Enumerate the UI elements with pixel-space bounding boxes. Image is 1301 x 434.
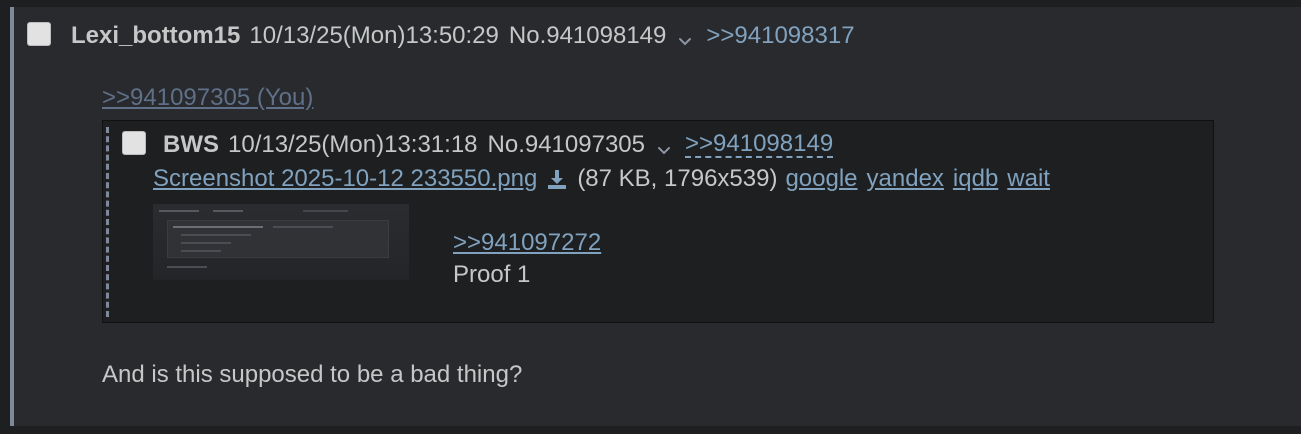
file-size-dimensions: (87 KB, 1796x539) [577,165,778,192]
backlink[interactable]: >>941098317 [706,21,854,51]
chevron-down-icon[interactable] [655,137,673,155]
search-link-google[interactable]: google [785,164,857,194]
inline-post-border [106,127,109,317]
file-name-link[interactable]: Screenshot 2025-10-12 233550.png [153,164,537,194]
checkbox-icon[interactable] [122,131,146,155]
inline-quoted-post: BWS 10/13/25(Mon)13:31:18 No.941097305 >… [102,120,1214,323]
download-icon[interactable] [545,167,569,191]
post-datetime: 10/13/25(Mon)13:50:29 [249,22,499,49]
post-number[interactable]: No.941098149 [509,21,666,51]
image-thumbnail[interactable] [153,204,409,280]
inline-post-datetime: 10/13/25(Mon)13:31:18 [228,131,478,158]
inline-backlink[interactable]: >>941098149 [685,132,834,158]
inline-post-header: BWS 10/13/25(Mon)13:31:18 No.941097305 >… [163,130,834,160]
reply-post: Lexi_bottom15 10/13/25(Mon)13:50:29 No.9… [10,7,1301,426]
inline-quote-link[interactable]: >>941097272 [453,227,601,259]
inline-post-number[interactable]: No.941097305 [488,130,645,160]
file-info-line: Screenshot 2025-10-12 233550.png (87 KB,… [153,164,1059,194]
search-link-wait[interactable]: wait [1007,164,1050,194]
search-link-yandex[interactable]: yandex [867,164,944,194]
inline-comment: >>941097272 Proof 1 [453,227,601,291]
checkbox-icon[interactable] [27,22,51,46]
post-header: Lexi_bottom15 10/13/25(Mon)13:50:29 No.9… [71,21,855,51]
thumbnail-content [153,204,409,280]
inline-comment-text: Proof 1 [453,261,531,288]
quote-link-you[interactable]: >>941097305 (You) [102,83,313,113]
poster-name: Lexi_bottom15 [71,22,241,49]
post-comment: And is this supposed to be a bad thing? [102,361,523,388]
search-link-iqdb[interactable]: iqdb [953,164,998,194]
inline-poster-name: BWS [163,131,219,158]
chevron-down-icon[interactable] [676,28,694,46]
